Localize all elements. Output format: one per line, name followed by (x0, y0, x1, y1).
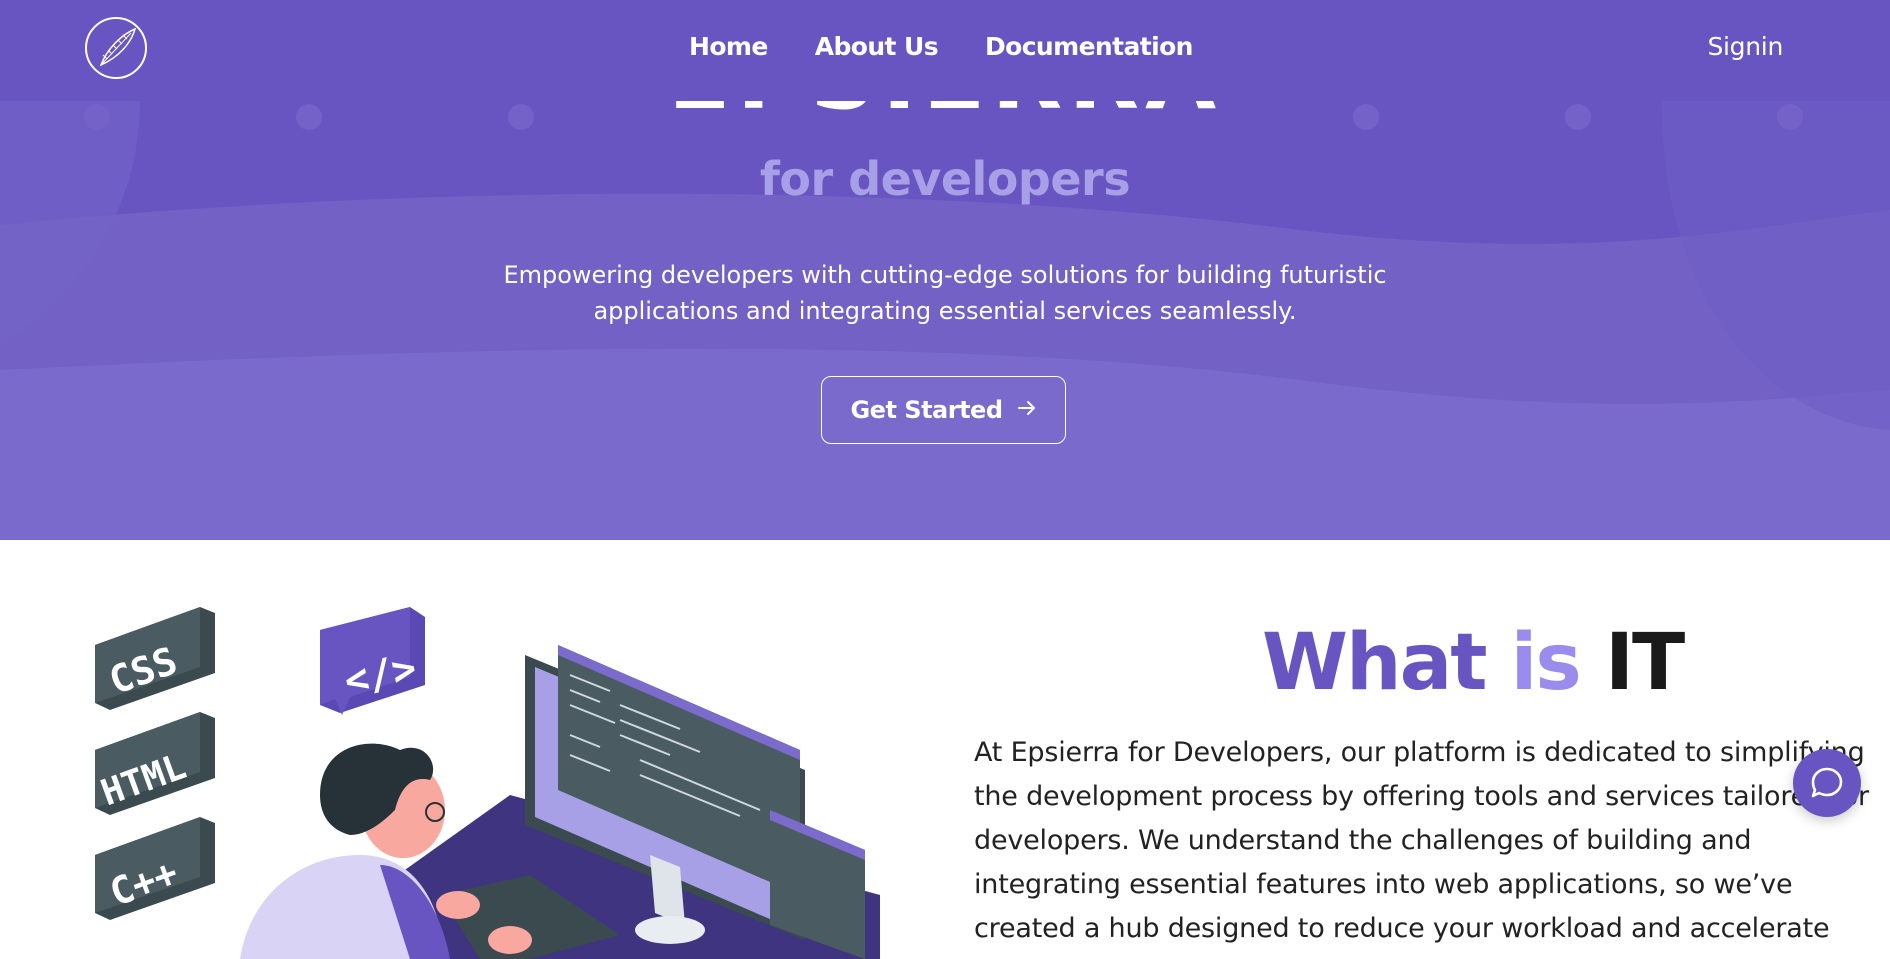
main-nav: Home About Us Documentation (689, 32, 1193, 61)
nav-documentation[interactable]: Documentation (985, 32, 1193, 61)
chat-bubble-icon (1811, 767, 1843, 798)
hero-title-text: EPSIERRA (668, 101, 1223, 121)
developer-illustration: CSS HTML C++ </> (95, 607, 880, 959)
css-badge: CSS (95, 607, 215, 710)
hero-description: Empowering developers with cutting-edge … (503, 261, 1387, 325)
get-started-button[interactable]: Get Started (821, 376, 1066, 444)
hero-subtitle: for developers (759, 152, 1131, 206)
navbar: Home About Us Documentation Signin (0, 0, 1890, 101)
arrow-right-icon (1017, 398, 1037, 423)
html-badge: HTML (95, 712, 215, 815)
nav-home[interactable]: Home (689, 32, 768, 61)
title-word-what: What (1262, 618, 1487, 708)
title-word-it: IT (1604, 618, 1685, 708)
what-is-it-body: At Epsierra for Developers, our platform… (974, 737, 1869, 944)
what-is-it-title: What is IT (1262, 618, 1685, 708)
cpp-badge: C++ (95, 817, 215, 920)
code-bubble: </> (320, 607, 425, 715)
nav-about-us[interactable]: About Us (815, 32, 939, 61)
chat-button[interactable] (1793, 749, 1861, 817)
hero-title: EPSIERRA (0, 101, 1890, 121)
landing-page: EPSIERRA for developers Empowering devel… (0, 0, 1890, 959)
signin-link[interactable]: Signin (1707, 32, 1783, 61)
get-started-label: Get Started (850, 396, 1003, 424)
title-word-is: is (1510, 618, 1582, 708)
feather-logo-icon[interactable] (85, 17, 147, 79)
